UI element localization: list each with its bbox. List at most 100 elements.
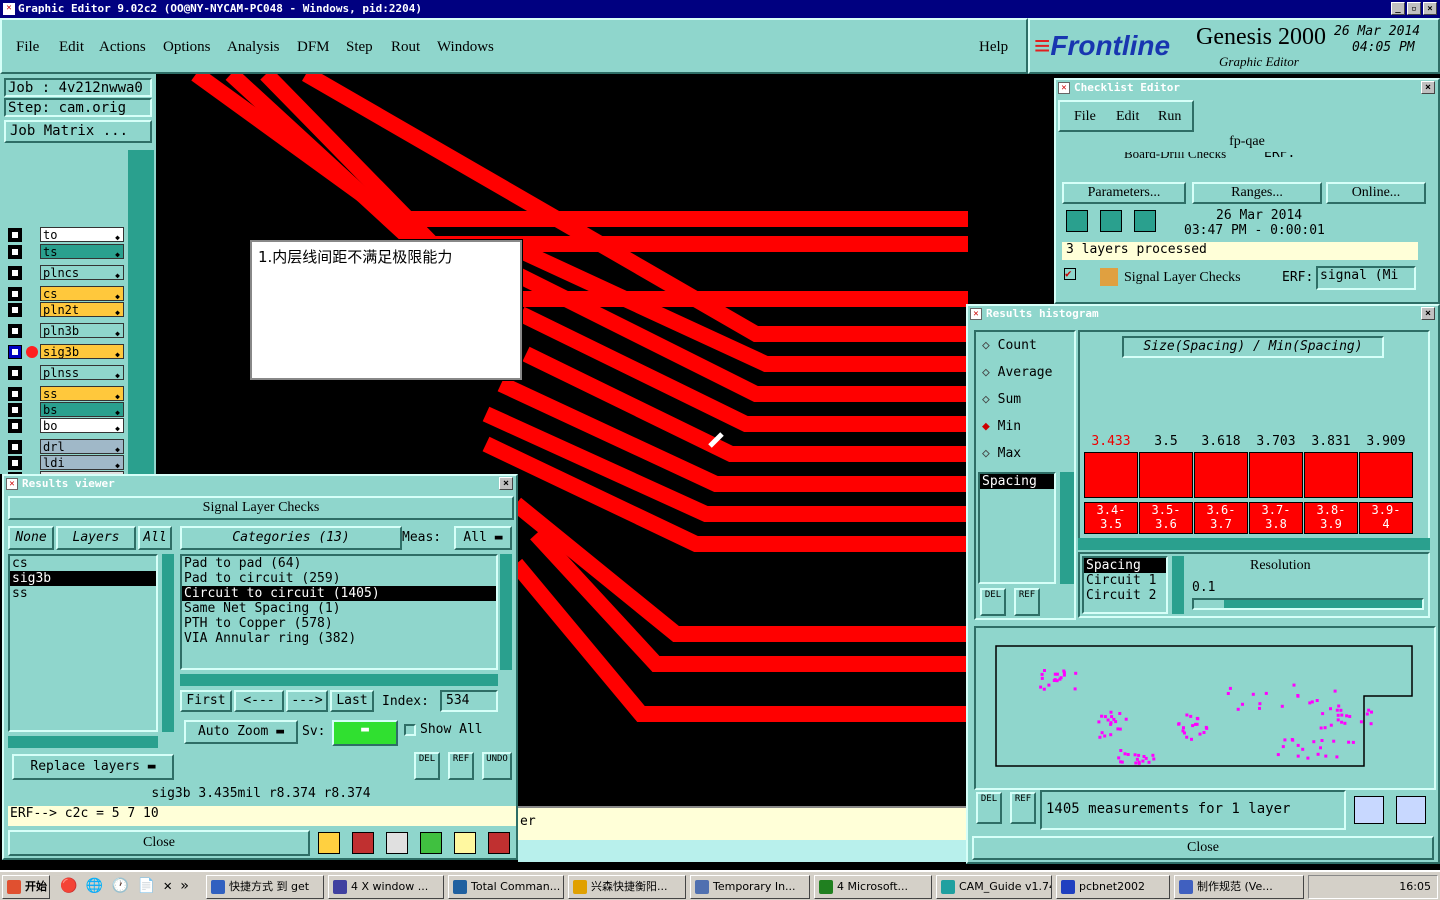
attr-scrollbar[interactable] xyxy=(1172,556,1184,614)
prev-button[interactable]: <--- xyxy=(234,690,284,712)
start-button[interactable]: 开始 xyxy=(2,875,50,899)
layer-name[interactable]: pln3b ◆ xyxy=(40,323,124,338)
categories-scrollbar[interactable] xyxy=(500,554,512,670)
record-icon[interactable] xyxy=(352,832,374,854)
histogram-bar[interactable] xyxy=(1249,452,1303,498)
index-input[interactable]: 534 xyxy=(440,690,498,712)
step-icon[interactable] xyxy=(420,832,442,854)
layer-checkbox[interactable] xyxy=(8,456,22,470)
layer-row[interactable]: bs ◆ xyxy=(6,402,124,418)
layer-checkbox[interactable] xyxy=(8,287,22,301)
ranges-button[interactable]: Ranges... xyxy=(1192,182,1322,204)
taskbar-item[interactable]: 4 Microsoft... xyxy=(814,875,932,899)
info-icon[interactable] xyxy=(318,832,340,854)
maximize-button[interactable]: ▫ xyxy=(1407,2,1421,15)
layer-checkbox[interactable] xyxy=(8,303,22,317)
layer-row[interactable]: cs ◆ xyxy=(6,286,124,302)
layers-scrollbar[interactable] xyxy=(162,554,174,732)
none-button[interactable]: None xyxy=(8,526,54,550)
taskbar-item[interactable]: 制作规范 (Ve... xyxy=(1174,875,1304,899)
layer-name[interactable]: to ◆ xyxy=(40,227,124,242)
histogram-bar[interactable] xyxy=(1359,452,1413,498)
ref-button[interactable]: REF xyxy=(1010,792,1036,824)
layer-row[interactable]: drl ◆ xyxy=(6,439,124,455)
menu-help[interactable]: Help xyxy=(979,39,1008,56)
replace-layers-dropdown[interactable]: Replace layers ▬ xyxy=(12,754,174,780)
layer-row[interactable]: plncs ◆ xyxy=(6,265,124,281)
layer-name[interactable]: bs ◆ xyxy=(40,402,124,417)
layer-name[interactable]: cs ◆ xyxy=(40,286,124,301)
delete-icon[interactable] xyxy=(386,832,408,854)
stop-icon[interactable] xyxy=(1134,210,1156,232)
layer-checkbox[interactable] xyxy=(8,324,22,338)
signal-checks-checkbox[interactable]: ✔ xyxy=(1064,268,1076,280)
layers-hscrollbar[interactable] xyxy=(8,736,158,748)
first-button[interactable]: First xyxy=(180,690,232,712)
layer-checkbox[interactable] xyxy=(8,419,22,433)
next-button[interactable]: ---> xyxy=(286,690,328,712)
histogram-bar[interactable] xyxy=(1194,452,1248,498)
layer-row[interactable]: plnss ◆ xyxy=(6,365,124,381)
resolution-slider[interactable] xyxy=(1192,598,1424,610)
menu-edit[interactable]: Edit xyxy=(59,39,84,56)
menu-options[interactable]: Options xyxy=(163,39,211,56)
category-list-item[interactable]: Pad to pad (64) xyxy=(182,556,496,571)
layer-name[interactable]: plnss ◆ xyxy=(40,365,124,380)
menu-actions[interactable]: Actions xyxy=(99,39,146,56)
export-icon[interactable] xyxy=(1396,796,1426,824)
autozoom-dropdown[interactable]: Auto Zoom ▬ xyxy=(184,720,298,744)
layer-checkbox[interactable] xyxy=(8,266,22,280)
stat-option-sum[interactable]: ◇ Sum xyxy=(982,392,1021,407)
category-list-item[interactable]: VIA Annular ring (382) xyxy=(182,631,496,646)
menu-analysis[interactable]: Analysis xyxy=(227,39,280,56)
parameters-button[interactable]: Parameters... xyxy=(1062,182,1186,204)
layer-name[interactable]: ldi ◆ xyxy=(40,455,124,470)
layer-checkbox[interactable] xyxy=(8,440,22,454)
menu-rout[interactable]: Rout xyxy=(391,39,420,56)
stat-option-average[interactable]: ◇ Average xyxy=(982,365,1052,380)
stat-option-max[interactable]: ◇ Max xyxy=(982,446,1021,461)
menu-dfm[interactable]: DFM xyxy=(297,39,330,56)
layer-name[interactable]: pln2t ◆ xyxy=(40,302,124,317)
layer-checkbox[interactable] xyxy=(8,366,22,380)
quicklaunch-icons[interactable]: 🔴 🌐 🕐 📄 ✕ » xyxy=(60,878,189,894)
checklist-menu-run[interactable]: Run xyxy=(1158,109,1181,125)
layer-name[interactable]: plncs ◆ xyxy=(40,265,124,280)
layer-row[interactable]: ldi ◆ xyxy=(6,455,124,471)
stat-option-count[interactable]: ◇ Count xyxy=(982,338,1037,353)
taskbar-item[interactable]: CAM_Guide v1.74 xyxy=(936,875,1052,899)
undo-button[interactable]: UNDO xyxy=(482,752,512,780)
menu-file[interactable]: File xyxy=(16,39,39,56)
taskbar-item[interactable]: Temporary In... xyxy=(690,875,810,899)
stat-list[interactable]: Spacing xyxy=(978,472,1056,584)
all-layers-button[interactable]: All xyxy=(138,526,172,550)
layer-checkbox[interactable] xyxy=(8,245,22,259)
layer-name[interactable]: bo ◆ xyxy=(40,418,124,433)
layer-checkbox[interactable] xyxy=(8,345,22,359)
layer-row[interactable]: ts ◆ xyxy=(6,244,124,260)
layer-checkbox[interactable] xyxy=(8,403,22,417)
taskbar-item[interactable]: pcbnet2002 xyxy=(1056,875,1170,899)
run-icon[interactable] xyxy=(1066,210,1088,232)
slider-thumb[interactable] xyxy=(1194,600,1224,608)
close-icon[interactable]: × xyxy=(1421,81,1435,94)
category-list-item[interactable]: Circuit to circuit (1405) xyxy=(182,586,496,601)
run-selected-icon[interactable] xyxy=(1100,210,1122,232)
sv-color-dropdown[interactable]: ▬ xyxy=(332,720,398,746)
show-all-checkbox[interactable] xyxy=(404,724,416,736)
del-button[interactable]: DEL xyxy=(414,752,440,780)
taskbar-item[interactable]: Total Comman... xyxy=(448,875,564,899)
stat-option-min[interactable]: ◆ Min xyxy=(982,419,1021,434)
layer-scrollbar[interactable] xyxy=(128,150,154,474)
taskbar-item[interactable]: 快捷方式 到 get xyxy=(206,875,324,899)
job-matrix-button[interactable]: Job Matrix ... xyxy=(4,120,152,143)
histogram-close-button[interactable]: Close xyxy=(972,836,1434,860)
del-button[interactable]: DEL xyxy=(980,588,1006,616)
layer-row[interactable]: bo ◆ xyxy=(6,418,124,434)
layer-row[interactable]: sig3b ◆ xyxy=(6,344,124,360)
layer-list-item[interactable]: cs xyxy=(10,556,156,571)
signal-checks-row[interactable]: ✔ Signal Layer Checks ERF: signal (Mi xyxy=(1062,266,1418,292)
last-button[interactable]: Last xyxy=(330,690,374,712)
online-button[interactable]: Online... xyxy=(1326,182,1426,204)
checklist-menu-file[interactable]: File xyxy=(1074,109,1096,125)
